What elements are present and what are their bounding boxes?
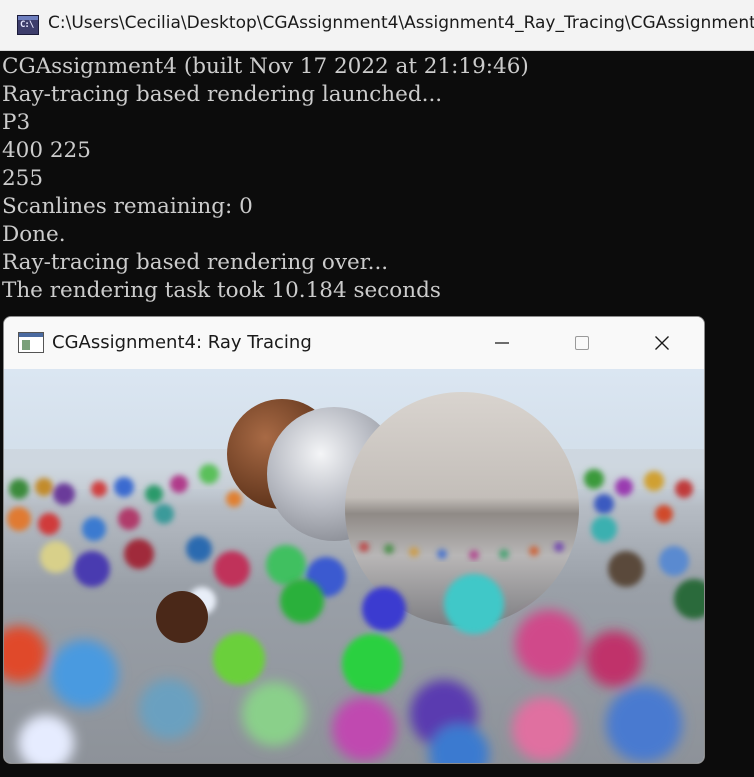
window-icon xyxy=(18,332,44,353)
console-line: Ray-tracing based rendering launched... xyxy=(2,82,443,107)
console-output: CGAssignment4 (built Nov 17 2022 at 21:1… xyxy=(2,53,754,305)
ray-tracing-window[interactable]: CGAssignment4: Ray Tracing xyxy=(3,316,705,764)
console-line: Ray-tracing based rendering over... xyxy=(2,250,389,275)
console-titlebar[interactable]: C:\ C:\Users\Cecilia\Desktop\CGAssignmen… xyxy=(0,0,754,51)
maximize-button xyxy=(542,317,622,369)
console-window-title: C:\Users\Cecilia\Desktop\CGAssignment4\A… xyxy=(48,13,754,33)
close-icon xyxy=(655,336,669,350)
minimize-icon xyxy=(495,342,509,344)
console-line: 400 225 xyxy=(2,138,91,163)
close-button[interactable] xyxy=(622,317,702,369)
ray-tracing-titlebar[interactable]: CGAssignment4: Ray Tracing xyxy=(4,317,704,369)
ray-traced-scene xyxy=(4,392,704,763)
ray-tracing-window-title: CGAssignment4: Ray Tracing xyxy=(52,332,312,353)
minimize-button[interactable] xyxy=(462,317,542,369)
console-line: Scanlines remaining: 0 xyxy=(2,194,253,219)
maximize-icon xyxy=(575,336,589,350)
rendered-image xyxy=(4,369,704,763)
console-icon: C:\ xyxy=(17,15,39,35)
console-line: 255 xyxy=(2,166,44,191)
console-line: The rendering task took 10.184 seconds xyxy=(2,278,441,303)
console-line: Done. xyxy=(2,222,66,247)
console-line: CGAssignment4 (built Nov 17 2022 at 21:1… xyxy=(2,54,529,79)
console-line: P3 xyxy=(2,110,31,135)
